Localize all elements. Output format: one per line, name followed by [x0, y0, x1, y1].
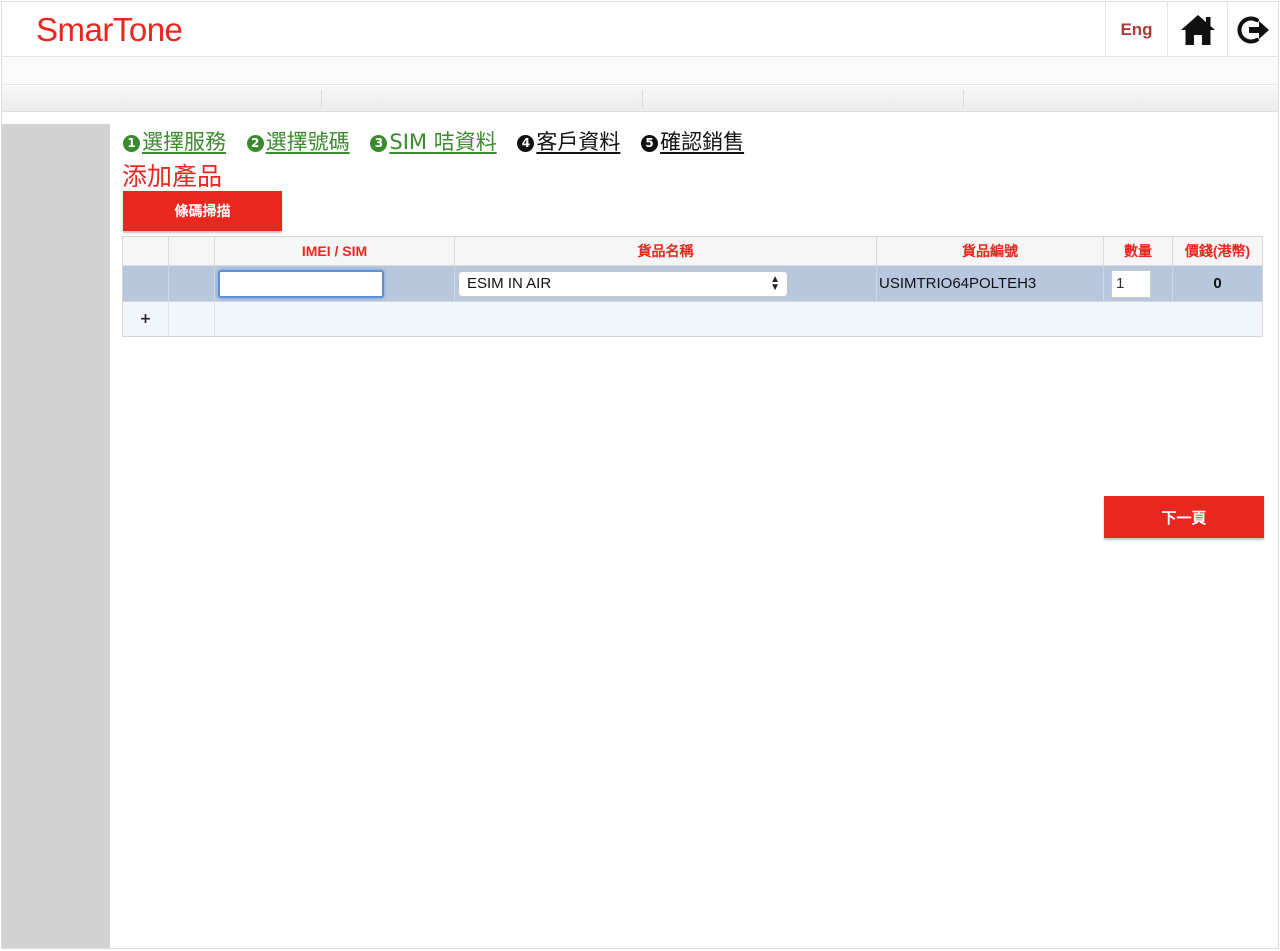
product-name-select[interactable]: ESIM IN AIR ▲ ▼: [458, 270, 788, 297]
side-panel: [2, 124, 110, 948]
top-header: SmarTone Eng: [2, 2, 1278, 57]
nav-separator: [321, 90, 322, 108]
home-icon: [1180, 14, 1215, 45]
column-header: [169, 237, 215, 265]
page-frame: SmarTone Eng 1 選擇服務 2 選擇號碼 3 SIM 咭資料 4 客…: [1, 1, 1279, 949]
step-number: 3: [370, 135, 388, 152]
step-label: 選擇號碼: [265, 130, 350, 154]
product-table: IMEI / SIM 貨品名稱 貨品編號 數量 價錢(港幣) ESIM IN A…: [122, 236, 1263, 337]
logout-icon: [1237, 16, 1269, 43]
add-row-button[interactable]: +: [123, 311, 168, 327]
nav-separator: [963, 90, 964, 108]
page-title: 添加產品: [122, 162, 223, 191]
table-row: ESIM IN AIR ▲▼ USIMTRIO64POLTEH3 0: [123, 266, 1262, 302]
nav-bar: [2, 86, 1278, 112]
sub-header-bar: [2, 58, 1278, 85]
add-cell: +: [123, 302, 169, 336]
price-value: 0: [1213, 275, 1222, 292]
row-cell-empty: [169, 266, 215, 301]
main-content: 1 選擇服務 2 選擇號碼 3 SIM 咭資料 4 客戶資料 5 確認銷售 添加產品 條碼…: [110, 124, 1278, 948]
home-button[interactable]: [1167, 2, 1227, 57]
product-code-cell: USIMTRIO64POLTEH3: [877, 266, 1104, 301]
step-number: 2: [246, 135, 264, 152]
row-cell-empty: [169, 302, 215, 336]
column-header-price: 價錢(港幣): [1184, 243, 1251, 259]
step-select-number[interactable]: 2 選擇號碼: [246, 127, 350, 157]
column-header-quantity: 數量: [1104, 237, 1173, 265]
step-number: 4: [517, 135, 535, 152]
step-number: 1: [123, 135, 140, 152]
quantity-cell: [1104, 266, 1173, 301]
table-header-row: IMEI / SIM 貨品名稱 貨品編號 數量 價錢(港幣): [123, 237, 1262, 266]
progress-steps: 1 選擇服務 2 選擇號碼 3 SIM 咭資料 4 客戶資料 5 確認銷售: [123, 127, 758, 157]
step-number: 5: [641, 135, 659, 152]
step-label: 選擇服務: [142, 130, 226, 154]
nav-separator: [642, 90, 643, 108]
quantity-input[interactable]: [1111, 269, 1151, 298]
column-header-product-code: 貨品編號: [877, 237, 1104, 265]
step-select-service[interactable]: 1 選擇服務: [123, 127, 226, 157]
step-label: 確認銷售: [660, 130, 745, 154]
smartone-logo[interactable]: SmarTone: [36, 11, 183, 49]
language-toggle-button[interactable]: Eng: [1105, 2, 1167, 57]
step-sim-info[interactable]: 3 SIM 咭資料: [370, 127, 497, 157]
imei-cell: [215, 266, 455, 301]
step-label: 客戶資料: [536, 130, 621, 154]
product-name-selected-value: ESIM IN AIR: [467, 275, 552, 292]
price-cell: 0: [1173, 266, 1262, 301]
select-arrows-icon: ▲ ▼: [770, 273, 780, 293]
row-cell-empty: [215, 302, 1262, 336]
step-label: SIM 咭資料: [389, 130, 497, 154]
column-header-product-name: 貨品名稱: [455, 237, 877, 265]
step-customer-info[interactable]: 4 客戶資料: [517, 127, 620, 157]
row-cell-empty: [123, 266, 169, 301]
product-name-cell: ESIM IN AIR ▲ ▼: [455, 266, 877, 301]
product-code-value: USIMTRIO64POLTEH3: [879, 275, 1037, 292]
column-header: [123, 237, 169, 265]
add-row: +: [123, 302, 1262, 336]
imei-sim-input[interactable]: [218, 269, 384, 298]
column-header-imei: IMEI / SIM: [215, 237, 455, 265]
logout-button[interactable]: [1227, 2, 1278, 57]
next-page-button[interactable]: 下一頁: [1104, 496, 1264, 538]
step-confirm-sale[interactable]: 5 確認銷售: [641, 127, 744, 157]
barcode-scan-button[interactable]: 條碼掃描: [123, 191, 282, 231]
